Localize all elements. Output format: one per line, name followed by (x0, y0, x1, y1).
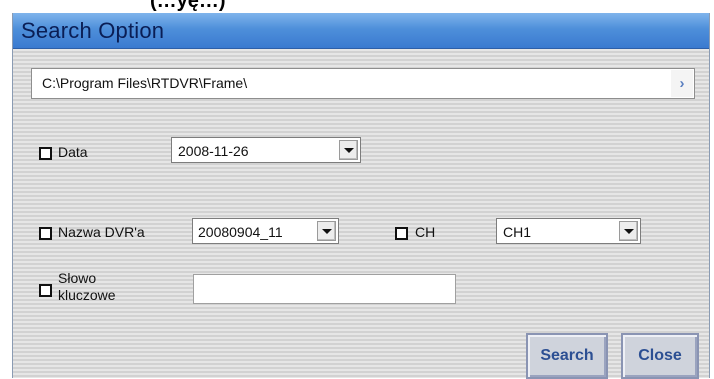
data-label: Data (58, 144, 88, 160)
path-value: C:\Program Files\RTDVR\Frame\ (42, 75, 248, 91)
keyword-label: Słowo kluczowe (58, 270, 116, 304)
close-button[interactable]: Close (621, 333, 699, 379)
keyword-checkbox[interactable] (39, 284, 52, 297)
search-option-window: Search Option C:\Program Files\RTDVR\Fra… (12, 13, 710, 379)
title-bar[interactable]: Search Option (13, 13, 709, 49)
chevron-down-icon[interactable] (339, 140, 358, 160)
channel-value: CH1 (503, 224, 532, 240)
path-field[interactable]: C:\Program Files\RTDVR\Frame\ › (31, 68, 695, 99)
dvr-name-value: 20080904_11 (198, 224, 283, 240)
window-title: Search Option (21, 18, 165, 43)
chevron-down-icon[interactable] (317, 221, 336, 241)
keyword-label-line2: kluczowe (58, 287, 116, 303)
date-select[interactable]: 2008-11-26 (171, 137, 361, 163)
ch-label: CH (415, 224, 436, 240)
partial-header-text: (…yę…) (150, 0, 226, 12)
search-button[interactable]: Search (526, 333, 608, 379)
dvr-name-label: Nazwa DVR'a (58, 224, 145, 240)
channel-select[interactable]: CH1 (496, 218, 641, 244)
ch-checkbox[interactable] (395, 227, 408, 240)
keyword-label-line1: Słowo (58, 270, 97, 286)
data-checkbox[interactable] (39, 147, 52, 160)
chevron-down-icon[interactable] (619, 221, 638, 241)
keyword-input[interactable] (193, 274, 456, 304)
dvr-name-checkbox[interactable] (39, 227, 52, 240)
browse-arrow-icon[interactable]: › (671, 70, 693, 97)
date-value: 2008-11-26 (178, 143, 249, 159)
dvr-name-select[interactable]: 20080904_11 (192, 218, 339, 244)
